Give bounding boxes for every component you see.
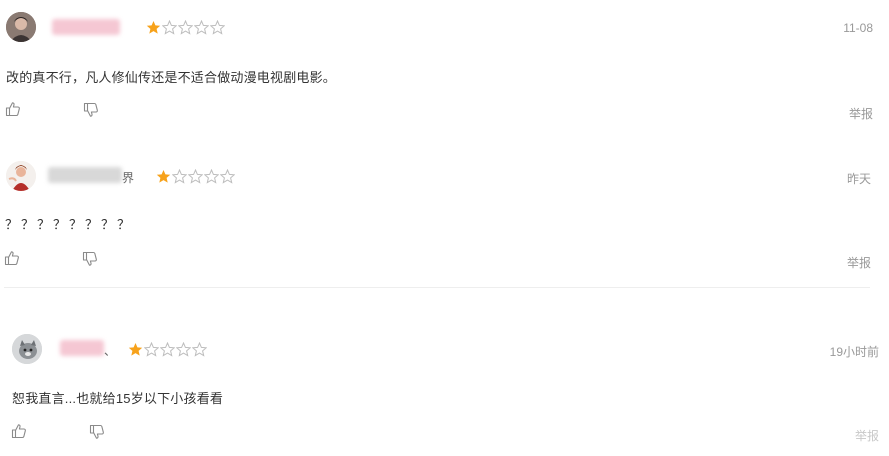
- star-empty-icon: [187, 168, 204, 184]
- thumbs-down-icon[interactable]: [89, 424, 105, 440]
- star-empty-icon: [175, 341, 192, 357]
- star-empty-icon: [219, 168, 236, 184]
- thumbs-up-icon[interactable]: [4, 250, 20, 266]
- rating-stars: [128, 341, 208, 357]
- report-link[interactable]: 举报: [849, 105, 873, 122]
- thumbs-up-icon[interactable]: [5, 101, 21, 117]
- review-date: 昨天: [846, 172, 871, 186]
- star-empty-icon: [161, 19, 178, 35]
- username-suffix: 、: [104, 344, 117, 358]
- username-blurred[interactable]: [48, 167, 122, 183]
- thumbs-up-icon[interactable]: [11, 423, 27, 439]
- star-empty-icon: [177, 19, 194, 35]
- star-empty-icon: [143, 341, 160, 357]
- review-content: 恕我直言...也就给15岁以下小孩看看: [12, 391, 224, 406]
- avatar[interactable]: [6, 12, 36, 42]
- star-empty-icon: [159, 341, 176, 357]
- star-empty-icon: [193, 19, 210, 35]
- section-divider: [4, 287, 870, 288]
- review-content: 改的真不行，凡人修仙传还是不适合做动漫电视剧电影。: [6, 70, 337, 85]
- review-content: ？？？？？？？？: [5, 217, 134, 232]
- star-filled-icon: [156, 169, 171, 184]
- star-filled-icon: [128, 342, 143, 357]
- rating-stars: [146, 19, 226, 35]
- thumbs-down-icon[interactable]: [82, 251, 98, 267]
- star-empty-icon: [203, 168, 220, 184]
- review-date: 19小时前: [829, 345, 879, 359]
- star-filled-icon: [146, 20, 161, 35]
- star-empty-icon: [171, 168, 188, 184]
- username-suffix: 界: [122, 171, 135, 185]
- star-empty-icon: [191, 341, 208, 357]
- star-empty-icon: [209, 19, 226, 35]
- rating-stars: [156, 168, 236, 184]
- report-link[interactable]: 举报: [847, 254, 871, 271]
- avatar[interactable]: [12, 334, 42, 364]
- thumbs-down-icon[interactable]: [83, 102, 99, 118]
- report-link[interactable]: 举报: [855, 427, 879, 444]
- review-date: 11-08: [843, 21, 873, 35]
- avatar[interactable]: [6, 161, 36, 191]
- username-blurred[interactable]: [60, 340, 104, 356]
- username-blurred[interactable]: [52, 19, 120, 35]
